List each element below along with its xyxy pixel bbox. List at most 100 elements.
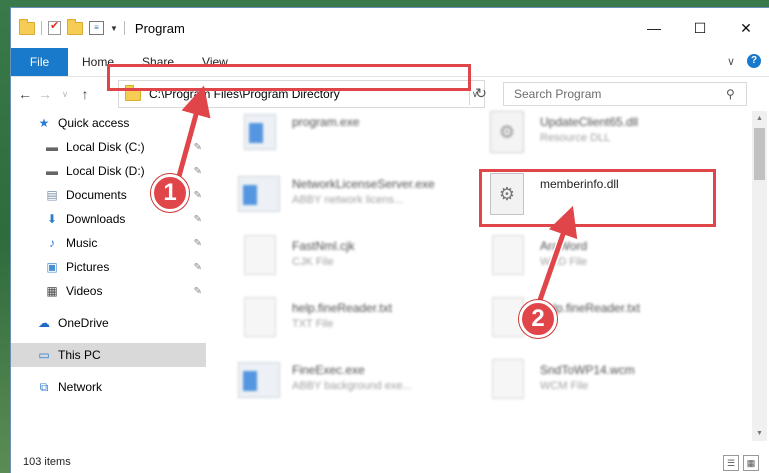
pin-icon[interactable]: ✎ <box>194 142 202 153</box>
file-name: FastNml.cjk <box>292 239 355 253</box>
sidebar-item-label: Music <box>66 236 98 250</box>
file-highlight-box <box>479 169 716 227</box>
search-icon[interactable]: ⚲ <box>726 87 746 101</box>
file-item[interactable]: NetworkLicenseServer.exe ABBY network lic… <box>238 173 478 223</box>
exe-file-icon <box>238 111 280 151</box>
document-file-icon <box>238 235 280 275</box>
maximize-button[interactable]: ☐ <box>677 8 723 48</box>
minimize-button[interactable]: — <box>631 8 677 48</box>
pin-icon[interactable]: ✎ <box>194 166 202 177</box>
back-arrow-icon[interactable]: ← <box>15 86 35 102</box>
vertical-scrollbar[interactable]: ▲ ▼ <box>752 111 767 441</box>
sidebar-item-label: Documents <box>66 188 127 202</box>
address-highlight-box <box>107 64 471 91</box>
callout-badge-2: 2 <box>519 300 557 338</box>
window-title: Program <box>134 20 185 36</box>
drive-icon: ▬ <box>46 140 58 154</box>
help-icon[interactable]: ? <box>747 54 761 68</box>
file-item[interactable]: SndToWP14.wcm WCM File <box>486 359 726 409</box>
sidebar-item-network[interactable]: ⧉ Network <box>11 375 206 399</box>
drive-icon: ▬ <box>46 164 58 178</box>
close-button[interactable]: ✕ <box>723 8 769 48</box>
large-icons-view-icon[interactable]: ▦ <box>743 455 759 471</box>
star-icon: ★ <box>38 116 50 130</box>
sidebar-item-label: This PC <box>58 348 101 362</box>
pin-icon[interactable]: ✎ <box>194 214 202 225</box>
music-icon: ♪ <box>49 236 55 250</box>
pin-icon[interactable]: ✎ <box>194 238 202 249</box>
chevron-down-icon[interactable]: ▼ <box>110 24 118 33</box>
computer-icon: ▭ <box>38 348 50 362</box>
navigation-pane: ★ Quick access ▬ Local Disk (C:) ✎ ▬ Loc… <box>11 111 206 441</box>
sidebar-item-onedrive[interactable]: ☁ OneDrive <box>11 311 206 335</box>
refresh-icon[interactable]: ↻ <box>469 81 492 105</box>
file-type: ABBY background exe... <box>292 380 412 392</box>
file-item[interactable]: AraWord WRD File <box>486 235 726 285</box>
tab-file[interactable]: File <box>11 48 68 76</box>
file-name: SndToWP14.wcm <box>540 363 635 377</box>
documents-icon: ▤ <box>46 188 58 202</box>
dll-file-icon: ⚙ <box>486 111 528 153</box>
expand-ribbon-icon[interactable]: ∨ <box>727 55 735 68</box>
document-file-icon <box>486 359 528 399</box>
cloud-icon: ☁ <box>38 316 50 330</box>
callout-badge-1: 1 <box>151 174 189 212</box>
scroll-thumb[interactable] <box>754 128 765 180</box>
forward-arrow-icon[interactable]: → <box>35 86 55 102</box>
file-name: help.fineReader.txt <box>292 301 393 315</box>
sidebar-item-label: Videos <box>66 284 103 298</box>
exe-file-icon <box>238 173 280 213</box>
pin-icon[interactable]: ✎ <box>194 286 202 297</box>
file-type: WCM File <box>540 380 589 392</box>
sidebar-item-label: Quick access <box>58 116 130 130</box>
file-item[interactable]: ⚙ UpdateClient65.dll Resource DLL <box>486 111 726 161</box>
sidebar-item-this-pc[interactable]: ▭ This PC <box>11 343 206 367</box>
recent-chevron-icon[interactable]: ∨ <box>55 89 75 100</box>
sidebar-item-music[interactable]: ♪ Music ✎ <box>11 231 206 255</box>
video-icon: ▦ <box>46 284 58 298</box>
file-item[interactable]: FastNml.cjk CJK File <box>238 235 478 285</box>
sidebar-item-quick-access[interactable]: ★ Quick access <box>11 111 206 135</box>
scroll-down-icon[interactable]: ▼ <box>752 426 767 441</box>
properties-check-icon[interactable] <box>48 19 61 35</box>
folder-icon[interactable] <box>19 18 35 35</box>
document-file-icon <box>486 235 528 275</box>
file-name: program.exe <box>292 115 360 129</box>
sidebar-item-label: OneDrive <box>58 316 109 330</box>
sidebar-item-videos[interactable]: ▦ Videos ✎ <box>11 279 206 303</box>
file-type: ABBY network licens... <box>292 194 404 206</box>
customize-icon[interactable]: ≡ <box>89 21 104 35</box>
file-item[interactable]: help.fineReader.txt TXT File <box>238 297 478 347</box>
details-view-icon[interactable]: ☰ <box>723 455 739 471</box>
file-type: Resource DLL <box>540 132 611 144</box>
scroll-up-icon[interactable]: ▲ <box>752 111 767 126</box>
search-box[interactable]: ⚲ <box>503 82 747 106</box>
quick-access-toolbar: ≡ ▼ <box>19 18 125 35</box>
file-type: CJK File <box>292 256 334 268</box>
sidebar-item-label: Local Disk (C:) <box>66 140 145 154</box>
pictures-icon: ▣ <box>46 260 58 274</box>
divider <box>123 21 125 35</box>
search-input[interactable] <box>512 86 726 102</box>
file-list: program.exe ⚙ UpdateClient65.dll Resource… <box>216 111 746 441</box>
file-item[interactable]: FineExec.exe ABBY background exe... <box>238 359 478 409</box>
pin-icon[interactable]: ✎ <box>194 190 202 201</box>
file-type: TXT File <box>292 318 334 330</box>
sidebar-item-pictures[interactable]: ▣ Pictures ✎ <box>11 255 206 279</box>
file-type: WRD File <box>540 256 588 268</box>
file-item[interactable]: program.exe <box>238 111 478 161</box>
sidebar-item-label: Local Disk (D:) <box>66 164 145 178</box>
file-name: NetworkLicenseServer.exe <box>292 177 435 191</box>
up-arrow-icon[interactable]: ↑ <box>75 86 95 102</box>
network-icon: ⧉ <box>39 379 49 394</box>
file-name: AraWord <box>540 239 588 253</box>
new-folder-icon[interactable] <box>67 18 83 35</box>
document-file-icon <box>238 297 280 337</box>
exe-file-icon <box>238 359 280 399</box>
sidebar-item-local-disk-c[interactable]: ▬ Local Disk (C:) ✎ <box>11 135 206 159</box>
pin-icon[interactable]: ✎ <box>194 262 202 273</box>
divider <box>41 21 42 35</box>
